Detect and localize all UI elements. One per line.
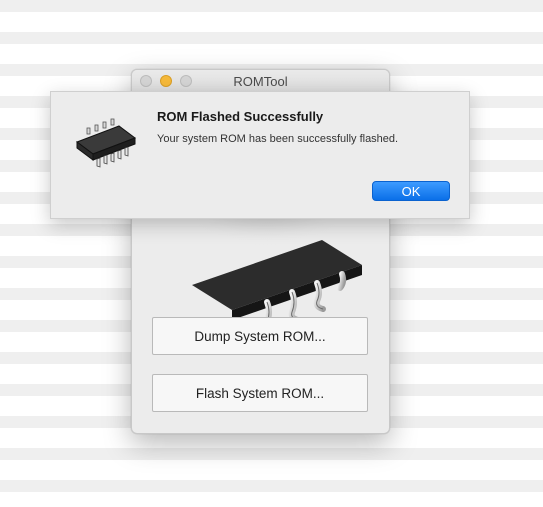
dump-rom-button[interactable]: Dump System ROM... xyxy=(152,317,368,355)
alert-dialog: ROM Flashed Successfully Your system ROM… xyxy=(50,91,470,219)
rom-chip-icon xyxy=(75,118,137,168)
alert-title: ROM Flashed Successfully xyxy=(157,109,324,124)
ok-button[interactable]: OK xyxy=(372,181,450,201)
flash-rom-button[interactable]: Flash System ROM... xyxy=(152,374,368,412)
window-title: ROMTool xyxy=(233,74,288,89)
window-titlebar[interactable]: ROMTool xyxy=(132,70,389,93)
alert-message: Your system ROM has been successfully fl… xyxy=(157,133,399,145)
